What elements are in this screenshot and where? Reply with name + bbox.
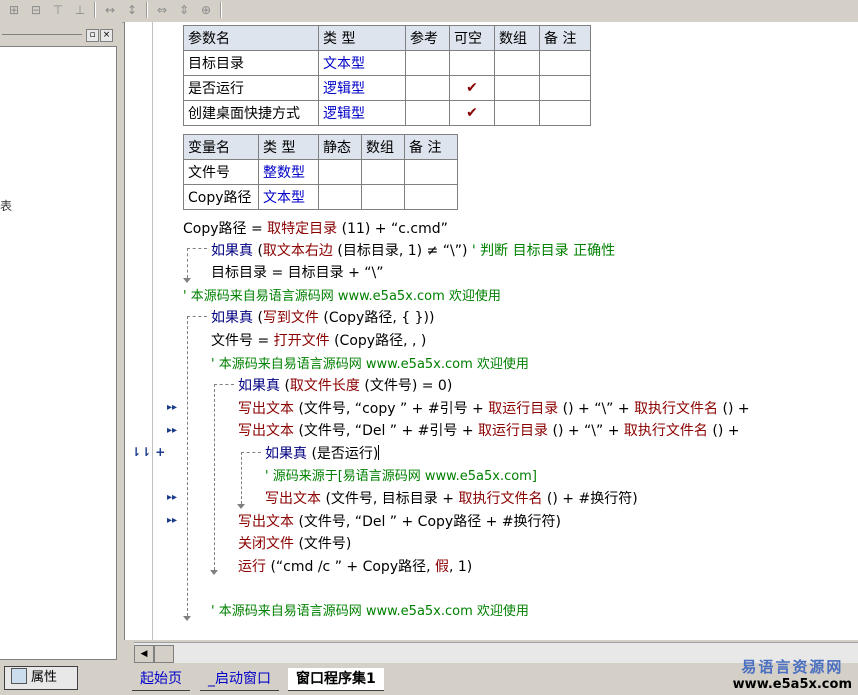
table-row[interactable]: 创建桌面快捷方式 逻辑型 ✔ [183,100,591,126]
panel-titlebar: ▫ × [0,26,118,42]
header-note: 备 注 [404,134,458,160]
panel-text-fragment: 表 [0,199,13,213]
property-tab[interactable]: 属性 [4,666,78,690]
code-comment[interactable]: ' 本源码来自易语言源码网 www.e5a5x.com 欢迎使用 [211,600,529,619]
gutter [125,22,181,640]
var-table: 变量名 类 型 静态 数组 备 注 文件号 整数型 Copy路径 文本型 [183,134,458,210]
header-array: 数组 [361,134,405,160]
table-row[interactable]: 是否运行 逻辑型 ✔ [183,75,591,101]
scroll-thumb[interactable] [154,645,174,663]
code-line[interactable]: 写出文本 (文件号, “Del ” + #引号 + 取运行目录 () + “\”… [238,420,739,440]
left-panel: ▫ × 表 [0,22,122,664]
align-middle-icon[interactable]: ⊥ [70,1,90,19]
property-icon [11,668,27,684]
center-icon[interactable]: ⊕ [196,1,216,19]
code-line[interactable]: 目标目录 = 目标目录 + “\” [211,262,383,282]
property-tab-label: 属性 [31,670,58,685]
code-editor[interactable]: 参数名 类 型 参考 可空 数组 备 注 目标目录 文本型 是否运行 逻辑型 ✔… [124,22,858,640]
code-line[interactable]: 如果真 (取文件长度 (文件号) = 0) [238,375,452,395]
step-marker-icon: ▸▸ [167,492,178,503]
param-name: 目标目录 [183,50,319,76]
code-comment[interactable]: ' 源码来源于[易语言源码网 www.e5a5x.com] [265,465,537,484]
code-comment[interactable]: ' 本源码来自易语言源码网 www.e5a5x.com 欢迎使用 [211,353,529,372]
param-name: 是否运行 [183,75,319,101]
header-static: 静态 [318,134,362,160]
table-row[interactable]: 目标目录 文本型 [183,50,591,76]
header-type: 类 型 [258,134,319,160]
fold-marker-icon[interactable]: ⇂⇂ + [131,445,165,459]
step-marker-icon: ▸▸ [167,402,178,413]
var-type: 整数型 [258,159,319,185]
brand-url: www.e5a5x.com [732,677,852,692]
close-icon[interactable]: × [100,29,113,42]
v-spacing-icon[interactable]: ⇕ [174,1,194,19]
header-type: 类 型 [318,25,406,51]
align-top-icon[interactable]: ⊤ [48,1,68,19]
toolbar: ⊞ ⊟ ⊤ ⊥ ↔ ↕ ⇔ ⇕ ⊕ [0,0,858,23]
var-name: 文件号 [183,159,259,185]
code-line[interactable]: 写出文本 (文件号, “copy ” + #引号 + 取运行目录 () + “\… [238,398,750,418]
equal-height-icon[interactable]: ↕ [122,1,142,19]
table-row[interactable]: Copy路径 文本型 [183,184,458,210]
code-line[interactable]: Copy路径 = 取特定目录 (11) + “c.cmd” [183,218,448,238]
param-optional: ✔ [449,75,495,101]
param-optional [449,50,495,76]
align-left-icon[interactable]: ⊞ [4,1,24,19]
code-line[interactable]: 写出文本 (文件号, 目标目录 + 取执行文件名 () + #换行符) [265,488,638,508]
equal-width-icon[interactable]: ↔ [100,1,120,19]
header-note: 备 注 [539,25,591,51]
code-line[interactable]: 如果真 (取文本右边 (目标目录, 1) ≠ “\”) ' 判断 目标目录 正确… [211,240,615,260]
code-line[interactable]: 写出文本 (文件号, “Del ” + Copy路径 + #换行符) [238,511,561,531]
step-marker-icon: ▸▸ [167,515,178,526]
header-array: 数组 [494,25,540,51]
code-line[interactable]: 关闭文件 (文件号) [238,533,351,553]
header-var-name: 变量名 [183,134,259,160]
step-marker-icon: ▸▸ [167,425,178,436]
param-optional: ✔ [449,100,495,126]
var-type: 文本型 [258,184,319,210]
brand-name: 易语言资源网 [741,658,844,676]
header-nullable: 可空 [449,25,495,51]
table-row[interactable]: 文件号 整数型 [183,159,458,185]
param-type: 逻辑型 [318,75,406,101]
var-name: Copy路径 [183,184,259,210]
align-center-icon[interactable]: ⊟ [26,1,46,19]
param-name: 创建桌面快捷方式 [183,100,319,126]
param-table: 参数名 类 型 参考 可空 数组 备 注 目标目录 文本型 是否运行 逻辑型 ✔… [183,25,591,126]
tab-start-page[interactable]: 起始页 [132,668,190,691]
header-ref: 参考 [405,25,450,51]
code-line[interactable]: 运行 (“cmd /c ” + Copy路径, 假, 1) [238,556,472,576]
param-type: 文本型 [318,50,406,76]
code-line[interactable]: 如果真 (写到文件 (Copy路径, { })) [211,307,434,327]
code-line[interactable]: 文件号 = 打开文件 (Copy路径, , ) [211,330,426,350]
header-param-name: 参数名 [183,25,319,51]
brand-watermark: 易语言资源网 www.e5a5x.com [733,656,852,692]
param-type: 逻辑型 [318,100,406,126]
tab-window-assembly[interactable]: 窗口程序集1 [288,668,384,691]
text-caret [378,445,380,460]
code-line[interactable]: 如果真 (是否运行) [265,443,380,463]
tab-startup-window[interactable]: _启动窗口 [200,668,279,691]
code-comment[interactable]: ' 本源码来自易语言源码网 www.e5a5x.com 欢迎使用 [183,285,501,304]
scroll-left-button[interactable]: ◀ [134,645,154,663]
restore-icon[interactable]: ▫ [86,29,99,42]
panel-body: 表 [0,46,117,660]
h-spacing-icon[interactable]: ⇔ [152,1,172,19]
